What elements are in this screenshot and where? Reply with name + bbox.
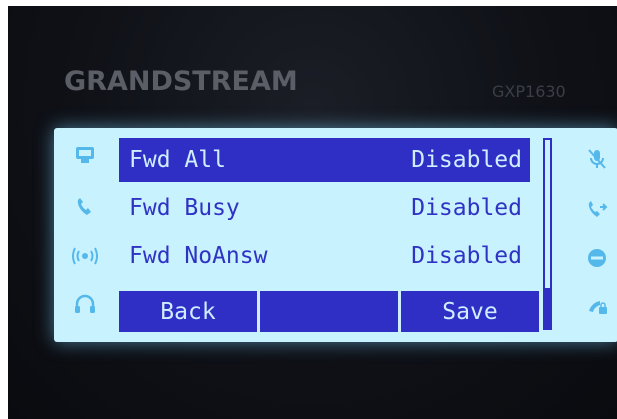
menu-item-label: Fwd Busy (129, 195, 240, 221)
handset-icon[interactable] (70, 193, 100, 223)
speaker-icon[interactable] (70, 241, 100, 271)
headset-icon[interactable] (70, 290, 100, 320)
menu-item-label: Fwd NoAnsw (129, 243, 268, 269)
phonebook-icon[interactable] (70, 140, 100, 170)
scrollbar[interactable] (543, 138, 552, 330)
menu-item-value: Disabled (411, 195, 522, 221)
brand-logo: GRANDSTREAM (64, 66, 298, 97)
save-button[interactable]: Save (401, 291, 539, 332)
back-button[interactable]: Back (119, 291, 257, 332)
model-label: GXP1630 (492, 82, 566, 101)
softkey-bar: Back Save (119, 291, 539, 332)
menu-item-fwd-noansw[interactable]: Fwd NoAnsw Disabled (119, 234, 530, 278)
lock-handset-icon[interactable] (582, 291, 612, 321)
softkey-middle[interactable] (257, 291, 401, 332)
menu-item-value: Disabled (411, 243, 522, 269)
lcd-screen: Fwd All Disabled Fwd Busy Disabled Fwd N… (54, 128, 617, 342)
menu-item-fwd-busy[interactable]: Fwd Busy Disabled (119, 186, 530, 230)
transfer-icon[interactable] (582, 195, 612, 225)
scroll-thumb[interactable] (545, 288, 550, 328)
dnd-icon[interactable] (582, 243, 612, 273)
menu-item-fwd-all[interactable]: Fwd All Disabled (119, 138, 530, 182)
menu-item-label: Fwd All (129, 147, 226, 173)
mute-icon[interactable] (582, 144, 612, 174)
phone-photo: GRANDSTREAM GXP1630 Fwd All Disabled Fwd… (8, 6, 617, 419)
menu-item-value: Disabled (411, 147, 522, 173)
